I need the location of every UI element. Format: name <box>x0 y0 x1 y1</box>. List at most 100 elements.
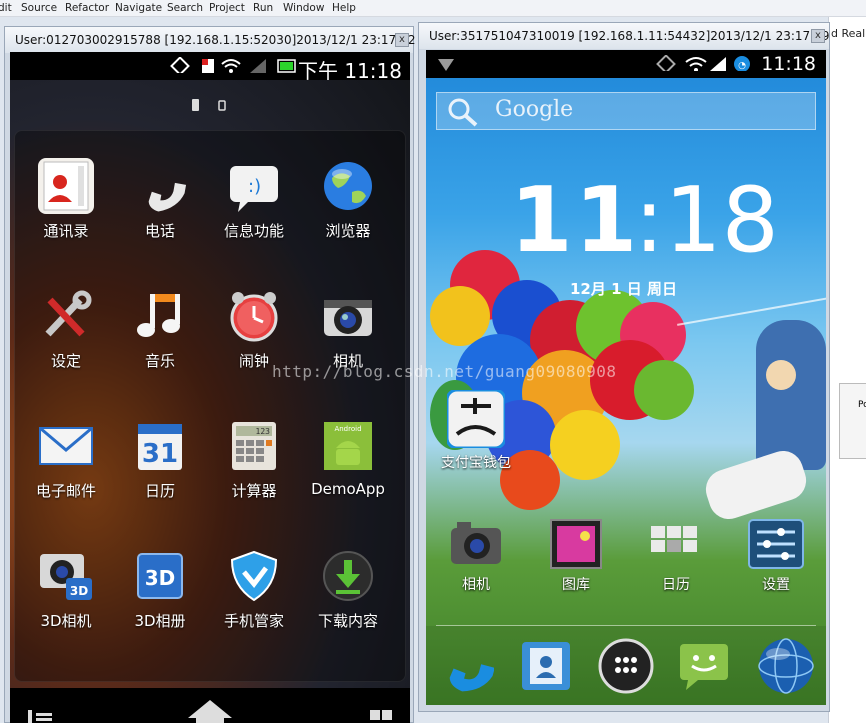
menu-search[interactable]: Search <box>167 2 203 14</box>
battery-icon <box>277 59 296 73</box>
contacts-icon <box>38 158 94 214</box>
left-status-time: 下午 11:18 <box>298 59 402 83</box>
menu-icon[interactable] <box>28 708 54 723</box>
menu-run[interactable]: Run <box>253 2 273 14</box>
right-status-bar: ◔ 11:18 <box>426 50 826 78</box>
menu-refactor[interactable]: Refactor <box>65 2 109 14</box>
3d-camera-icon: 3D <box>38 548 94 604</box>
rotate-icon <box>656 55 676 71</box>
left-window-close-button[interactable]: x <box>395 33 409 47</box>
settings-icon <box>747 518 805 570</box>
apps-grid-icon[interactable] <box>596 636 656 696</box>
sync-icon: ◔ <box>734 56 750 71</box>
page-indicator <box>190 97 230 116</box>
menu-project[interactable]: Project <box>209 2 245 14</box>
side-panel-tab[interactable]: d Real <box>829 21 866 45</box>
3d-album-badge: 3D <box>145 566 176 590</box>
app-phone-manager-label: 手机管家 <box>223 612 284 630</box>
android-badge-text: Android <box>334 425 361 433</box>
3d-badge: 3D <box>70 584 88 598</box>
right-window-close-button[interactable]: x <box>811 29 825 43</box>
calendar-icon <box>647 518 705 570</box>
clock-minute: :18 <box>634 168 779 273</box>
app-downloads[interactable]: 下载内容 <box>300 548 396 631</box>
app-calendar-label: 日历 <box>144 482 175 500</box>
app-settings-right-label: 设置 <box>762 577 790 593</box>
wifi-icon <box>221 59 241 73</box>
app-contacts-label: 通讯录 <box>43 222 89 240</box>
app-alipay[interactable]: 支付宝钱包 <box>428 388 524 472</box>
ide-side-panel: d Real Po <box>828 17 866 723</box>
right-window-title[interactable]: User:351751047310019 [192.168.1.11:54432… <box>419 23 830 49</box>
app-demoapp[interactable]: Android DemoApp <box>300 418 396 498</box>
gallery-icon <box>547 518 605 570</box>
app-settings-label: 设定 <box>50 352 81 370</box>
menu-window[interactable]: Window <box>283 2 324 14</box>
left-window-title[interactable]: User:012703002915788 [192.168.1.15:52030… <box>5 27 416 53</box>
app-calendar-right-label: 日历 <box>662 577 690 593</box>
app-browser-label: 浏览器 <box>325 222 371 240</box>
3d-album-icon: 3D <box>132 548 188 604</box>
app-music[interactable]: 音乐 <box>112 288 208 371</box>
side-panel-box: Po <box>839 383 866 459</box>
app-phone-manager[interactable]: 手机管家 <box>206 548 302 631</box>
android-icon: Android <box>320 418 376 474</box>
usb-debug-icon <box>438 59 454 71</box>
signal-icon <box>250 59 266 73</box>
phone-icon[interactable] <box>438 638 494 694</box>
svg-text:◔: ◔ <box>738 61 746 71</box>
app-settings-right[interactable]: 设置 <box>728 518 824 594</box>
app-phone-label: 电话 <box>144 222 175 240</box>
calendar-icon: 31 <box>132 418 188 474</box>
recent-apps-icon[interactable] <box>368 708 396 723</box>
svg-text::): :) <box>248 176 261 197</box>
clock-date: 12月 1 日 周日 <box>570 280 677 298</box>
messaging-icon[interactable] <box>676 638 732 694</box>
security-shield-icon <box>226 548 282 604</box>
settings-icon <box>38 288 94 344</box>
rotate-icon <box>170 57 190 73</box>
menu-edit[interactable]: dit <box>0 2 12 14</box>
side-panel-box-label: Po <box>858 400 866 410</box>
wifi-icon <box>685 57 707 71</box>
app-messaging[interactable]: :) 信息功能 <box>206 158 302 241</box>
app-calendar[interactable]: 31 日历 <box>112 418 208 501</box>
app-calculator[interactable]: 123 计算器 <box>206 418 302 501</box>
app-3d-camera[interactable]: 3D 3D相机 <box>18 548 114 631</box>
app-3d-album[interactable]: 3D 3D相册 <box>112 548 208 631</box>
dock <box>426 626 826 705</box>
ide-menubar: dit Source Refactor Navigate Search Proj… <box>0 0 866 17</box>
contacts-icon[interactable] <box>518 638 574 694</box>
alipay-icon <box>445 388 507 450</box>
messaging-icon: :) <box>226 158 282 214</box>
menu-navigate[interactable]: Navigate <box>115 2 162 14</box>
app-calendar-right[interactable]: 日历 <box>628 518 724 594</box>
app-browser[interactable]: 浏览器 <box>300 158 396 241</box>
app-alarm[interactable]: 闹钟 <box>206 288 302 371</box>
google-label: Google <box>495 97 574 122</box>
app-camera[interactable]: 相机 <box>300 288 396 371</box>
signal-icon <box>710 57 726 71</box>
browser-globe-icon[interactable] <box>756 636 816 696</box>
app-camera-right[interactable]: 相机 <box>428 518 524 594</box>
browser-icon <box>320 158 376 214</box>
app-3d-camera-label: 3D相机 <box>40 612 92 630</box>
app-gallery[interactable]: 图库 <box>528 518 624 594</box>
app-phone[interactable]: 电话 <box>112 158 208 241</box>
app-downloads-label: 下载内容 <box>317 612 378 630</box>
app-music-label: 音乐 <box>144 352 175 370</box>
alarm-clock-icon <box>226 288 282 344</box>
app-email[interactable]: 电子邮件 <box>18 418 114 501</box>
app-gallery-label: 图库 <box>562 577 590 593</box>
search-icon <box>448 98 478 127</box>
app-contacts[interactable]: 通讯录 <box>18 158 114 241</box>
app-alipay-label: 支付宝钱包 <box>441 455 511 471</box>
menu-source[interactable]: Source <box>21 2 57 14</box>
app-settings[interactable]: 设定 <box>18 288 114 371</box>
phone-icon <box>132 158 188 214</box>
home-icon[interactable] <box>186 698 234 723</box>
left-phone-screen[interactable]: 下午 11:18 通讯录 电话 :) 信息功能 浏览器 设定 音乐 闹钟 相机 <box>10 52 410 723</box>
google-search-bar[interactable]: Google <box>436 92 816 130</box>
menu-help[interactable]: Help <box>332 2 356 14</box>
left-navigation-bar <box>10 688 410 723</box>
